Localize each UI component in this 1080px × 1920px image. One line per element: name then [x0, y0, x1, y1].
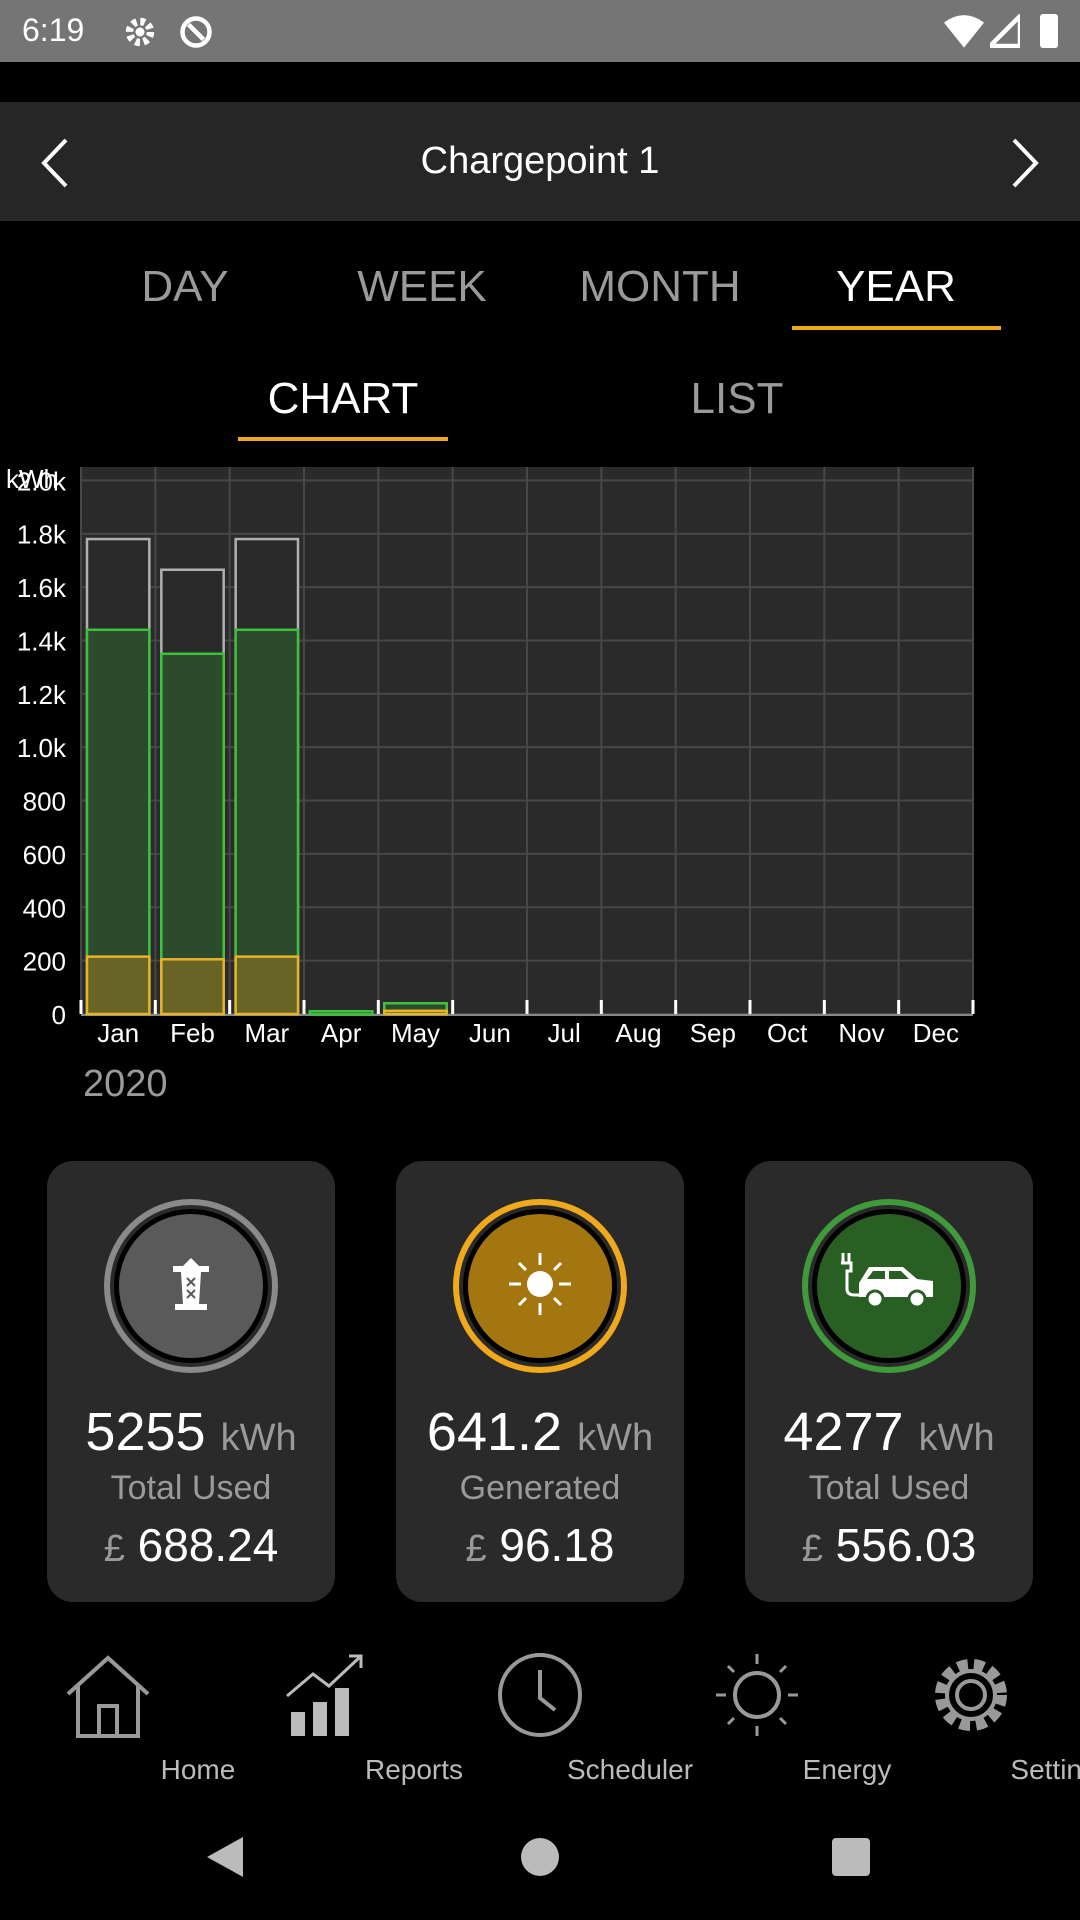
nav-home-label: Home [160, 1754, 236, 1785]
y-tick-label: 1.4k [17, 626, 67, 656]
card-label: Total Used [110, 1469, 272, 1507]
card-cost: £ 688.24 [47, 1518, 335, 1572]
card-energy-value: 4277 kWh [745, 1401, 1033, 1463]
summary-card: 641.2 kWh Generated £ 96.18 [396, 1161, 684, 1602]
y-tick-label: 1.6k [17, 573, 67, 603]
signal-icon [990, 14, 1020, 48]
card-unit: kWh [918, 1417, 995, 1459]
bar-series2-feb [160, 958, 225, 1016]
tab-year-underline [792, 326, 1001, 330]
card-label: Total Used [808, 1469, 970, 1507]
bar-series2-may [383, 1009, 448, 1016]
summary-card: 4277 kWh Total Used £ 556.03 [745, 1161, 1033, 1602]
x-tick-label: Sep [690, 1018, 736, 1048]
android-back-button[interactable] [205, 1835, 245, 1879]
page-title: Chargepoint 1 [420, 140, 660, 182]
tab-week[interactable]: WEEK [302, 262, 542, 312]
battery-icon [1040, 14, 1058, 48]
ev-car-icon [839, 1249, 939, 1324]
header-bar: Chargepoint 1 [0, 102, 1080, 221]
card-unit: kWh [220, 1417, 297, 1459]
nav-energy-label: Energy [802, 1754, 892, 1785]
y-tick-label: 200 [23, 947, 66, 977]
x-tick-label: Feb [170, 1018, 215, 1048]
home-icon [66, 1655, 150, 1738]
y-axis-label: kWh [6, 464, 58, 494]
card-value: 641.2 [426, 1402, 563, 1462]
x-tick-label: Dec [913, 1018, 959, 1048]
x-axis-year-label: 2020 [83, 1063, 168, 1105]
android-home-button[interactable] [521, 1838, 559, 1876]
pylon-icon [169, 1256, 213, 1317]
y-tick-label: 800 [23, 787, 66, 817]
gear-icon [935, 1659, 1007, 1731]
card-cost: £ 96.18 [396, 1518, 684, 1572]
card-value: 5255 [85, 1402, 206, 1462]
x-tick-label: Aug [615, 1018, 661, 1048]
y-tick-label: 0 [52, 1000, 66, 1030]
x-tick-label: Jun [469, 1018, 511, 1048]
wifi-icon [944, 15, 984, 48]
android-recents-button[interactable] [832, 1838, 870, 1876]
tab-list[interactable]: LIST [607, 374, 867, 424]
x-tick-label: May [391, 1018, 440, 1048]
tab-chart-underline [238, 437, 448, 441]
card-energy-value: 641.2 kWh [396, 1401, 684, 1463]
tab-chart[interactable]: CHART [213, 374, 473, 424]
next-chargepoint-button[interactable] [1008, 136, 1042, 190]
nav-settings-label: Settings [1010, 1754, 1080, 1785]
summary-card: 5255 kWh Total Used £ 688.24 [47, 1161, 335, 1602]
card-price: 96.18 [499, 1519, 615, 1571]
tab-day[interactable]: DAY [65, 262, 305, 312]
card-icon-circle [104, 1199, 278, 1373]
card-energy-value: 5255 kWh [47, 1401, 335, 1463]
card-currency: £ [801, 1528, 823, 1570]
y-tick-label: 1.2k [17, 680, 67, 710]
nav-reports-label: Reports [364, 1754, 464, 1785]
energy-bar-chart: 02004006008001.0k1.2k1.4k1.6k1.8k2.0kJan… [6, 464, 975, 1105]
card-label: Generated [459, 1469, 621, 1507]
card-currency: £ [103, 1528, 125, 1570]
status-bar: 6:19 [0, 0, 1080, 62]
clock-icon [498, 1653, 582, 1737]
settings-status-icon [125, 17, 155, 47]
x-tick-label: Mar [244, 1018, 289, 1048]
card-cost: £ 556.03 [745, 1518, 1033, 1572]
card-currency: £ [465, 1528, 487, 1570]
card-price: 556.03 [835, 1519, 977, 1571]
bar-series1-apr [308, 1010, 374, 1016]
y-tick-label: 400 [23, 893, 66, 923]
sun-icon [716, 1654, 798, 1736]
bar-series2-mar [234, 955, 300, 1016]
x-tick-label: Apr [321, 1018, 362, 1048]
bar-series2-jan [85, 955, 151, 1016]
card-price: 688.24 [137, 1519, 279, 1571]
nav-scheduler-label: Scheduler [566, 1754, 694, 1785]
x-tick-label: Nov [838, 1018, 884, 1048]
card-value: 4277 [783, 1402, 904, 1462]
y-tick-label: 600 [23, 840, 66, 870]
x-tick-label: Oct [767, 1018, 808, 1048]
status-time: 6:19 [22, 12, 85, 48]
x-tick-label: Jan [97, 1018, 139, 1048]
sync-status-icon [180, 16, 212, 48]
card-icon-circle [802, 1199, 976, 1373]
card-unit: kWh [577, 1417, 654, 1459]
card-icon-circle [453, 1199, 627, 1373]
reports-icon [286, 1654, 363, 1736]
y-tick-label: 1.8k [17, 520, 67, 550]
sun-icon [505, 1249, 575, 1324]
tab-year[interactable]: YEAR [776, 262, 1016, 312]
y-tick-label: 1.0k [17, 733, 67, 763]
x-tick-label: Jul [548, 1018, 581, 1048]
tab-month[interactable]: MONTH [540, 262, 780, 312]
